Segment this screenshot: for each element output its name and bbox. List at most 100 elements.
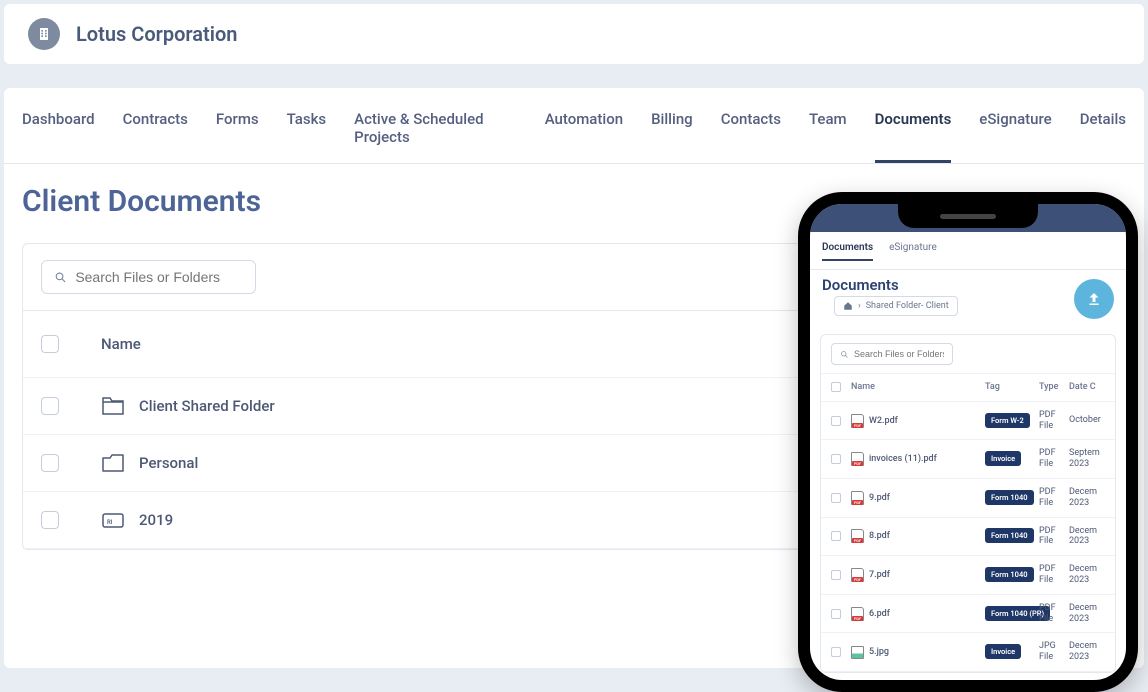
phone-file-date: Decem 2023: [1069, 526, 1105, 548]
row-checkbox[interactable]: [41, 511, 59, 529]
phone-file-tag: Invoice: [985, 451, 1021, 466]
phone-file-row[interactable]: PDF 8.pdf Form 1040 PDF FileDecem 2023: [821, 518, 1115, 557]
header: Lotus Corporation: [4, 4, 1144, 64]
phone-row-checkbox[interactable]: [831, 647, 841, 657]
tab-documents[interactable]: Documents: [875, 110, 952, 163]
phone-file-type: PDF File: [1039, 526, 1069, 548]
phone-row-checkbox[interactable]: [831, 454, 841, 464]
tab-contracts[interactable]: Contracts: [123, 110, 188, 163]
tab-team[interactable]: Team: [809, 110, 847, 163]
phone-file-date: Decem 2023: [1069, 564, 1105, 586]
phone-file-row[interactable]: PDF W2.pdf Form W-2 PDF FileOctober: [821, 402, 1115, 441]
phone-row-checkbox[interactable]: [831, 609, 841, 619]
pdf-icon: PDF: [851, 452, 864, 466]
pdf-icon: PDF: [851, 607, 864, 621]
phone-tab-documents[interactable]: Documents: [822, 242, 873, 261]
phone-file-name: 8.pdf: [869, 531, 890, 541]
breadcrumb-label: Shared Folder- Client: [866, 301, 949, 311]
phone-file-name: W2.pdf: [869, 416, 898, 426]
checkbox-all[interactable]: [41, 335, 59, 353]
phone-file-name: 9.pdf: [869, 493, 890, 503]
tab-tasks[interactable]: Tasks: [287, 110, 327, 163]
phone-row-checkbox[interactable]: [831, 416, 841, 426]
phone-file-row[interactable]: PDF invoices (11).pdf Invoice PDF FileSepte…: [821, 440, 1115, 479]
phone-notch: [898, 204, 1038, 228]
phone-file-date: October: [1069, 415, 1105, 426]
phone-row-checkbox[interactable]: [831, 531, 841, 541]
phone-file-tag: Form 1040: [985, 567, 1034, 582]
phone-col-type: Type: [1039, 382, 1069, 393]
pdf-icon: PDF: [851, 568, 864, 582]
search-box[interactable]: [41, 260, 256, 294]
pdf-icon: PDF: [851, 414, 864, 428]
upload-icon: [1085, 290, 1103, 308]
phone-col-tag: Tag: [985, 382, 1039, 392]
phone-tab-esignature[interactable]: eSignature: [889, 242, 937, 261]
tab-billing[interactable]: Billing: [651, 110, 693, 163]
phone-file-type: PDF File: [1039, 564, 1069, 586]
archive-folder-icon: RI: [101, 510, 125, 530]
pdf-icon: PDF: [851, 491, 864, 505]
phone-file-date: Decem 2023: [1069, 487, 1105, 509]
phone-file-date: Decem 2023: [1069, 641, 1105, 663]
phone-file-name: 5.jpg: [869, 647, 889, 657]
phone-file-date: Septem 2023: [1069, 448, 1105, 470]
phone-file-tag: Form W-2: [985, 413, 1030, 428]
phone-file-name: invoices (11).pdf: [869, 454, 937, 464]
search-input[interactable]: [75, 269, 243, 285]
tab-automation[interactable]: Automation: [545, 110, 623, 163]
folder-icon: [101, 453, 125, 473]
phone-col-name: Name: [851, 382, 985, 392]
company-icon: [28, 18, 60, 50]
tab-contacts[interactable]: Contacts: [721, 110, 781, 163]
phone-row-checkbox[interactable]: [831, 493, 841, 503]
nav-tabs: Dashboard Contracts Forms Tasks Active &…: [4, 88, 1144, 164]
phone-row-checkbox[interactable]: [831, 570, 841, 580]
phone-file-type: JPG File: [1039, 641, 1069, 663]
phone-file-tag: Form 1040: [985, 490, 1034, 505]
phone-files-container: Name Tag Type Date C PDFW2.pdfForm W-2PD…: [820, 334, 1116, 673]
company-name: Lotus Corporation: [76, 22, 237, 46]
chevron-right: ›: [858, 301, 861, 311]
phone-checkbox-all[interactable]: [831, 382, 841, 392]
phone-col-date: Date C: [1069, 382, 1105, 393]
row-checkbox[interactable]: [41, 397, 59, 415]
phone-screen: Documents eSignature Documents › Shared …: [810, 204, 1126, 680]
upload-button[interactable]: [1074, 279, 1114, 319]
phone-page-title: Documents: [822, 276, 958, 294]
phone-file-tag: Form 1040: [985, 528, 1034, 543]
phone-file-row[interactable]: PDF 9.pdf Form 1040 PDF FileDecem 2023: [821, 479, 1115, 518]
phone-table-header: Name Tag Type Date C: [821, 374, 1115, 402]
phone-file-type: PDF File: [1039, 487, 1069, 509]
tab-esignature[interactable]: eSignature: [979, 110, 1051, 163]
phone-file-type: PDF File: [1039, 603, 1069, 625]
phone-search-box[interactable]: [831, 343, 953, 365]
tab-dashboard[interactable]: Dashboard: [22, 110, 95, 163]
phone-file-name: 6.pdf: [869, 609, 890, 619]
phone-file-type: PDF File: [1039, 448, 1069, 470]
phone-search-input[interactable]: [854, 349, 944, 359]
phone-title-row: Documents › Shared Folder- Client: [810, 270, 1126, 326]
folder-name: 2019: [139, 511, 173, 529]
search-icon: [840, 350, 849, 359]
phone-file-type: PDF File: [1039, 410, 1069, 432]
phone-file-row[interactable]: 5.jpg Invoice JPG FileDecem 2023: [821, 633, 1115, 672]
phone-tabs: Documents eSignature: [810, 232, 1126, 270]
phone-file-row[interactable]: PDF 7.pdf Form 1040 PDF FileDecem 2023: [821, 556, 1115, 595]
phone-file-date: Decem 2023: [1069, 603, 1105, 625]
phone-file-row[interactable]: PDF6.pdfForm 1040 (PR)PDF FileDecem 2023: [821, 595, 1115, 634]
phone-breadcrumb[interactable]: › Shared Folder- Client: [834, 296, 958, 316]
pdf-icon: PDF: [851, 529, 864, 543]
folder-name: Personal: [139, 454, 198, 472]
tab-forms[interactable]: Forms: [216, 110, 259, 163]
phone-file-name: 7.pdf: [869, 570, 890, 580]
svg-text:RI: RI: [107, 519, 113, 526]
tab-active-projects[interactable]: Active & Scheduled Projects: [354, 110, 517, 163]
phone-mockup: Documents eSignature Documents › Shared …: [798, 192, 1138, 692]
phone-search-row: [821, 335, 1115, 374]
home-icon: [843, 301, 853, 311]
tab-details[interactable]: Details: [1080, 110, 1126, 163]
row-checkbox[interactable]: [41, 454, 59, 472]
search-icon: [54, 270, 67, 285]
phone-file-tag: Invoice: [985, 644, 1021, 659]
